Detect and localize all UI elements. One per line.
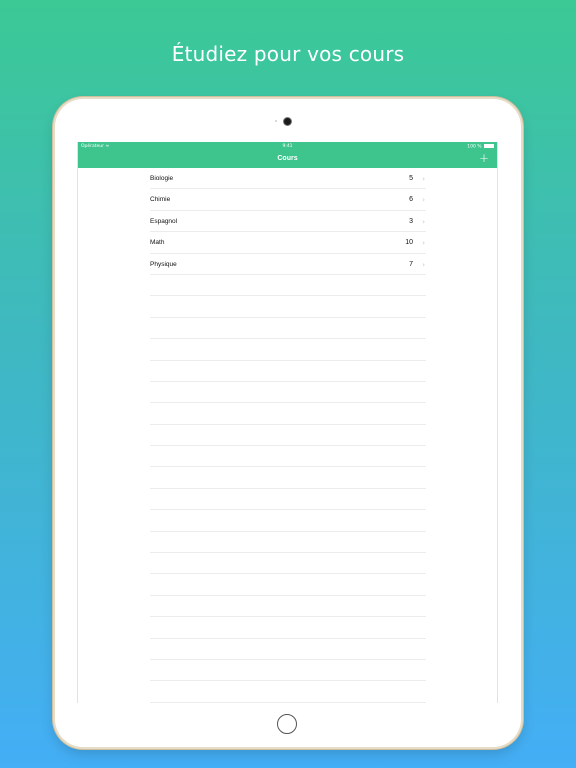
empty-row (150, 318, 426, 340)
home-button[interactable] (277, 714, 297, 734)
chevron-right-icon: › (422, 196, 425, 205)
course-row[interactable]: Physique 7 › (150, 254, 426, 275)
chevron-right-icon: › (422, 239, 425, 248)
empty-row (150, 275, 426, 297)
empty-row (150, 574, 426, 596)
ipad-device-frame: Opérateur ≈ 9:41 100 % Cours + Biologie 5… (55, 99, 521, 747)
course-name: Chimie (150, 196, 171, 204)
empty-row (150, 639, 426, 660)
course-name: Physique (150, 260, 177, 268)
empty-row (150, 660, 426, 682)
add-course-button[interactable]: + (479, 152, 489, 164)
course-count: 7 (409, 260, 413, 268)
empty-row (150, 425, 426, 447)
empty-row (150, 467, 426, 489)
empty-row (150, 681, 426, 703)
empty-row (150, 339, 426, 361)
front-camera-icon (284, 118, 291, 125)
course-name: Espagnol (150, 217, 178, 225)
promo-headline: Étudiez pour vos cours (171, 42, 405, 66)
empty-row (150, 532, 426, 554)
empty-row (150, 446, 426, 468)
course-row[interactable]: Math 10 › (150, 232, 426, 254)
empty-row (150, 382, 426, 404)
empty-row (150, 510, 426, 532)
empty-row (150, 596, 426, 618)
status-battery: 100 % (467, 144, 494, 150)
status-time: 9:41 (282, 144, 293, 149)
chevron-right-icon: › (422, 217, 425, 226)
page-title: Cours (277, 155, 298, 162)
course-count: 6 (409, 196, 413, 204)
course-count: 3 (409, 217, 413, 225)
course-name: Biologie (150, 175, 174, 182)
app-screen: Opérateur ≈ 9:41 100 % Cours + Biologie 5… (77, 142, 498, 703)
course-row[interactable]: Espagnol 3 › (150, 211, 426, 233)
empty-row (150, 489, 426, 511)
battery-percent: 100 % (467, 144, 482, 150)
battery-icon (484, 144, 494, 148)
empty-row (150, 617, 426, 639)
empty-row (150, 361, 426, 382)
course-name: Math (150, 239, 165, 247)
navigation-bar: Opérateur ≈ 9:41 100 % Cours + (78, 142, 497, 168)
course-row[interactable]: Biologie 5 › (150, 168, 426, 190)
chevron-right-icon: › (422, 175, 425, 183)
course-count: 10 (405, 239, 413, 247)
course-list: Biologie 5 › Chimie 6 › Espagnol 3 › Math 10 › Physi… (150, 168, 426, 703)
proximity-sensor (275, 120, 277, 122)
empty-row (150, 553, 426, 575)
course-count: 5 (409, 175, 413, 182)
chevron-right-icon: › (422, 260, 425, 269)
empty-row (150, 403, 426, 425)
course-row[interactable]: Chimie 6 › (150, 189, 426, 211)
empty-row (150, 296, 426, 318)
